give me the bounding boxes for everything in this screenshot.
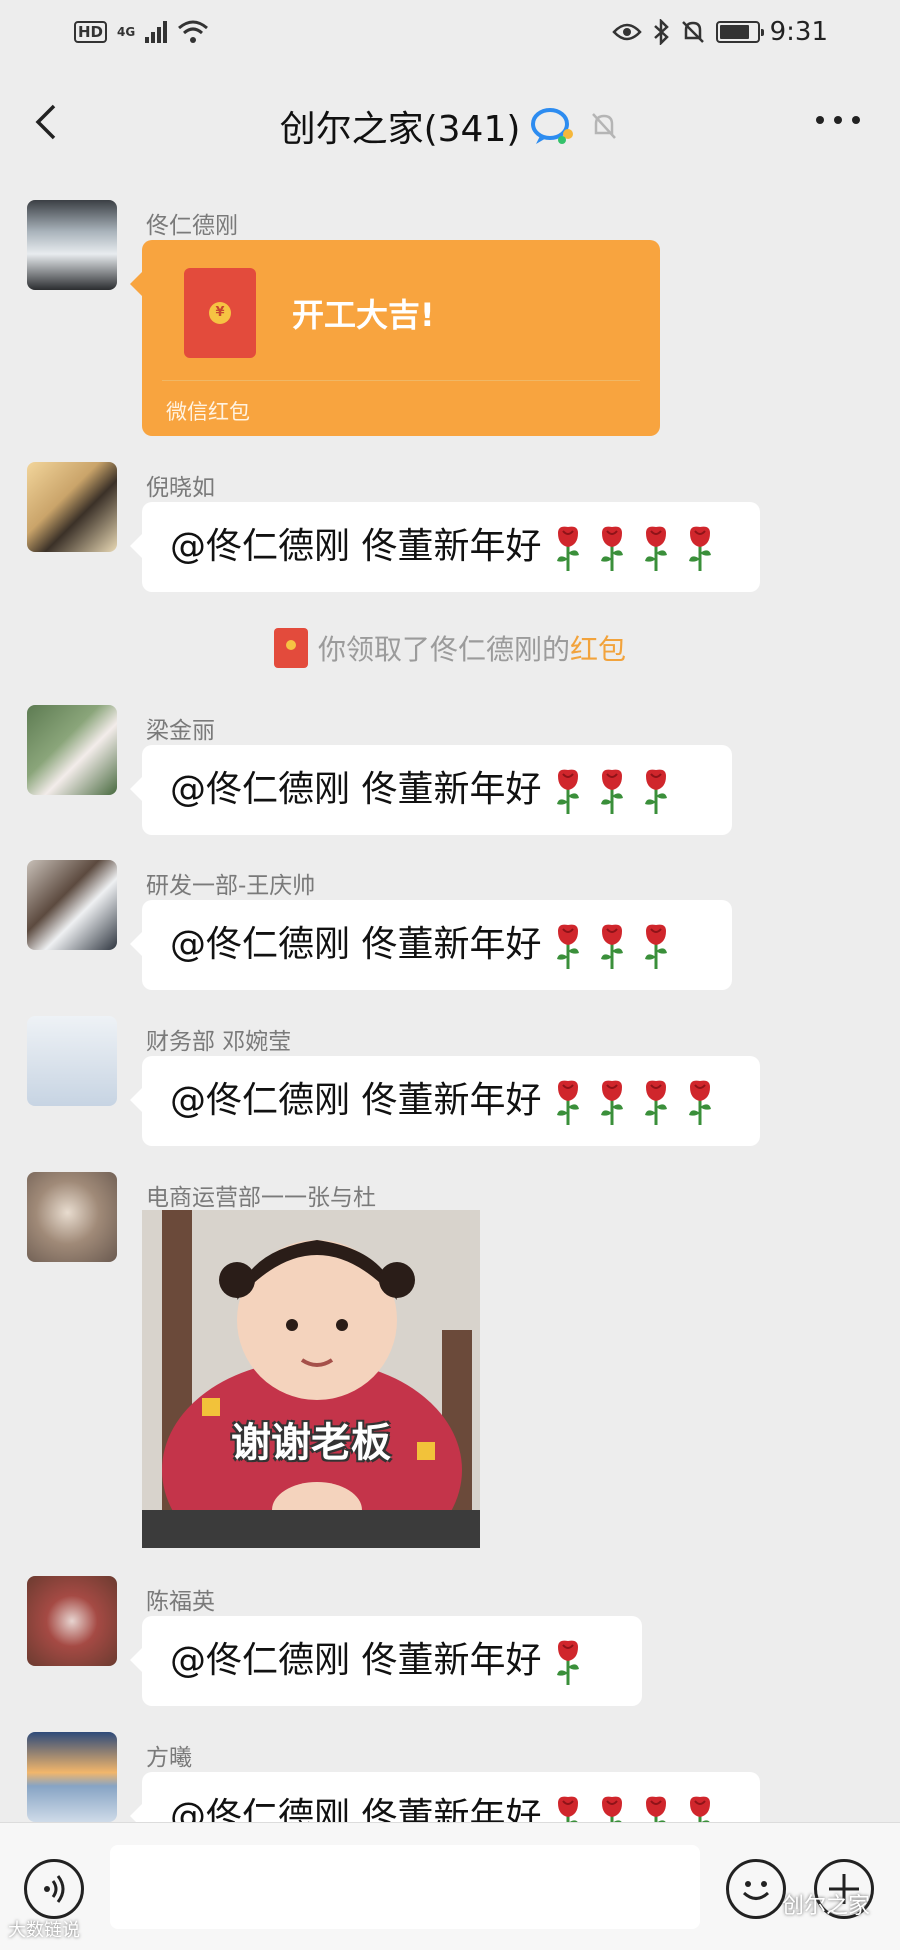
red-envelope-icon: ¥	[184, 268, 256, 358]
avatar[interactable]	[27, 1172, 117, 1262]
rose-icon	[645, 526, 668, 571]
rose-icon	[557, 924, 580, 969]
sticker-caption: 谢谢老板	[231, 1420, 391, 1466]
mute-icon	[592, 113, 617, 139]
rose-emojis	[541, 1080, 717, 1125]
rose-emojis	[541, 1640, 585, 1685]
chat-header: 创尔之家(341)	[0, 64, 900, 180]
red-packet-title: 开工大吉!	[292, 296, 435, 334]
message-text: @佟仁德刚 佟董新年好	[170, 1640, 542, 1681]
work-chat-icon	[531, 108, 574, 144]
hd-badge: HD	[74, 21, 108, 43]
rose-icon	[557, 1640, 580, 1685]
rose-icon	[601, 1080, 624, 1125]
message-bubble[interactable]: @佟仁德刚 佟董新年好	[130, 900, 732, 990]
baby-sticker-illustration	[142, 1210, 480, 1548]
system-notice-text: 你领取了佟仁德刚的	[317, 633, 570, 666]
sender-name: 佟仁德刚	[146, 213, 238, 239]
status-left: HD 4G	[74, 19, 209, 45]
avatar[interactable]	[27, 860, 117, 950]
message-bubble[interactable]: @佟仁德刚 佟董新年好	[130, 745, 732, 835]
red-envelope-icon	[273, 628, 308, 668]
sender-name: 梁金丽	[146, 718, 215, 744]
voice-input-button[interactable]	[24, 1859, 84, 1919]
red-packet-card[interactable]: ¥ 开工大吉! 微信红包	[130, 240, 660, 436]
more-button[interactable]	[816, 116, 860, 124]
chat-title-group: 创尔之家(341)	[0, 100, 900, 152]
sender-name: 方曦	[146, 1745, 192, 1771]
emoji-icon	[742, 1881, 770, 1900]
avatar[interactable]	[27, 1016, 117, 1106]
message-bubble[interactable]: @佟仁德刚 佟董新年好	[130, 502, 760, 592]
clock: 9:31	[769, 17, 828, 47]
rose-icon	[689, 1080, 712, 1125]
avatar[interactable]	[27, 1732, 117, 1822]
message-text: @佟仁德刚 佟董新年好	[170, 526, 542, 567]
rose-icon	[601, 924, 624, 969]
red-packet-label: 微信红包	[166, 400, 250, 424]
rose-icon	[601, 769, 624, 814]
rose-icon	[557, 769, 580, 814]
rose-icon	[645, 769, 668, 814]
message-text: @佟仁德刚 佟董新年好	[170, 1080, 542, 1121]
message-text: @佟仁德刚 佟董新年好	[170, 924, 542, 965]
avatar[interactable]	[27, 200, 117, 290]
voice-icon	[44, 1875, 65, 1903]
message-input[interactable]	[110, 1845, 700, 1929]
avatar[interactable]	[27, 462, 117, 552]
rose-icon	[601, 526, 624, 571]
rose-icon	[689, 526, 712, 571]
status-bar: HD 4G 9:31	[0, 0, 900, 64]
avatar[interactable]	[27, 1576, 117, 1666]
signal-icon	[145, 21, 168, 43]
message-bubble[interactable]: @佟仁德刚 佟董新年好	[130, 1056, 760, 1146]
wifi-icon	[178, 20, 209, 43]
chat-title: 创尔之家(341)	[279, 109, 521, 150]
rose-icon	[645, 924, 668, 969]
message-text: @佟仁德刚 佟董新年好	[170, 769, 542, 810]
watermark-left: 大数链说	[8, 1920, 80, 1941]
bluetooth-icon	[653, 19, 669, 45]
battery-icon	[715, 21, 764, 43]
eye-icon	[611, 23, 642, 41]
rose-icon	[557, 1080, 580, 1125]
rose-emojis	[541, 769, 673, 814]
sender-name: 倪晓如	[146, 475, 215, 501]
divider	[162, 380, 640, 381]
message-bubble[interactable]: @佟仁德刚 佟董新年好	[130, 1616, 642, 1706]
sender-name: 研发一部-王庆帅	[146, 873, 316, 899]
network-type: 4G	[117, 25, 136, 39]
sender-name: 陈福英	[146, 1589, 215, 1615]
mute-bell-icon	[681, 21, 704, 43]
rose-emojis	[541, 924, 673, 969]
avatar[interactable]	[27, 705, 117, 795]
rose-emojis	[541, 526, 717, 571]
system-notice: 你领取了佟仁德刚的 红包	[0, 628, 900, 668]
sticker-image[interactable]: 谢谢老板	[142, 1210, 480, 1548]
sender-name: 财务部 邓婉莹	[146, 1029, 292, 1055]
watermark-right: 创尔之家	[781, 1894, 870, 1919]
status-right: 9:31	[611, 17, 828, 47]
sender-name: 电商运营部一一张与杜	[146, 1185, 376, 1211]
emoji-button[interactable]	[726, 1859, 786, 1919]
input-bar: 大数链说 创尔之家	[0, 1822, 900, 1950]
rose-icon	[557, 526, 580, 571]
rose-icon	[645, 1080, 668, 1125]
red-packet-link[interactable]: 红包	[570, 628, 626, 668]
